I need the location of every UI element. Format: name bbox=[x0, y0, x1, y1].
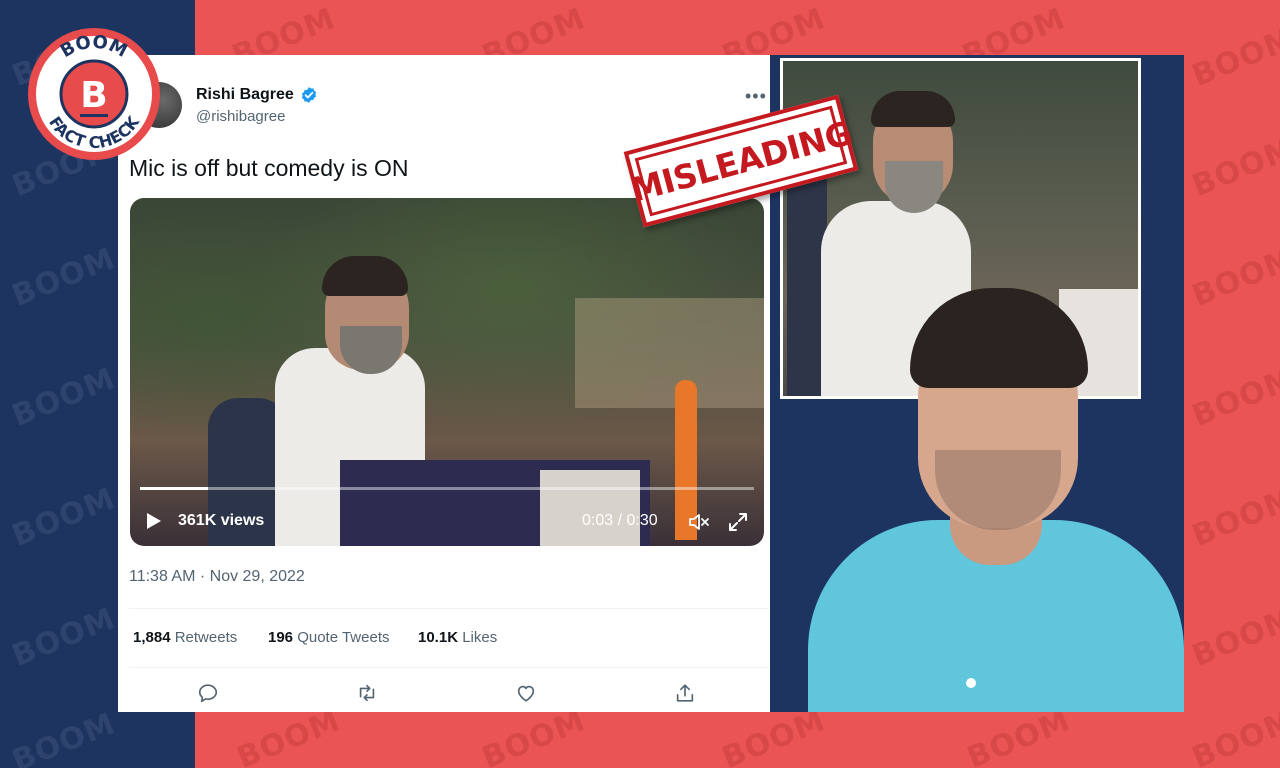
video-podium-panel bbox=[540, 470, 640, 546]
divider bbox=[129, 667, 769, 668]
video-progress-fill bbox=[140, 487, 208, 490]
muted-speaker-icon[interactable] bbox=[688, 512, 710, 532]
likes-stat[interactable]: 10.1K Likes bbox=[418, 629, 497, 646]
tweet-video[interactable]: 361K views 0:03 / 0:30 bbox=[130, 198, 764, 546]
tweet-text: Mic is off but comedy is ON bbox=[129, 155, 409, 181]
reply-icon[interactable] bbox=[197, 682, 219, 704]
svg-text:B: B bbox=[80, 75, 107, 116]
fullscreen-icon[interactable] bbox=[728, 512, 748, 532]
video-speaker-hair bbox=[322, 256, 408, 296]
likes-count: 10.1K bbox=[418, 629, 459, 646]
play-icon[interactable] bbox=[146, 512, 162, 530]
author-name[interactable]: Rishi Bagree bbox=[196, 86, 294, 104]
likes-label: Likes bbox=[462, 629, 498, 646]
video-progress-track[interactable] bbox=[140, 487, 754, 490]
video-time-display: 0:03 / 0:30 bbox=[582, 512, 658, 529]
retweets-stat[interactable]: 1,884 Retweets bbox=[133, 629, 237, 646]
portrait-shirt-button bbox=[966, 678, 976, 688]
quote-tweets-count: 196 bbox=[268, 629, 294, 646]
author-handle[interactable]: @rishibagree bbox=[196, 108, 285, 125]
retweet-icon[interactable] bbox=[356, 682, 378, 704]
video-background-building bbox=[575, 298, 764, 408]
inset-speaker-hair bbox=[871, 91, 955, 127]
verified-badge-icon bbox=[301, 87, 317, 103]
quote-tweets-label: Quote Tweets bbox=[297, 629, 390, 646]
share-icon[interactable] bbox=[674, 682, 696, 704]
divider bbox=[129, 608, 769, 609]
tweet-timestamp[interactable]: 11:38 AM · Nov 29, 2022 bbox=[129, 568, 305, 586]
quote-tweets-stat[interactable]: 196 Quote Tweets bbox=[268, 629, 389, 646]
like-icon[interactable] bbox=[515, 682, 537, 704]
more-options-icon[interactable]: ••• bbox=[745, 86, 767, 107]
video-views-count: 361K views bbox=[178, 512, 265, 529]
retweets-count: 1,884 bbox=[133, 629, 171, 646]
boom-fact-check-logo: BOOM FACT CHECK B bbox=[28, 28, 160, 160]
retweets-label: Retweets bbox=[174, 629, 238, 646]
